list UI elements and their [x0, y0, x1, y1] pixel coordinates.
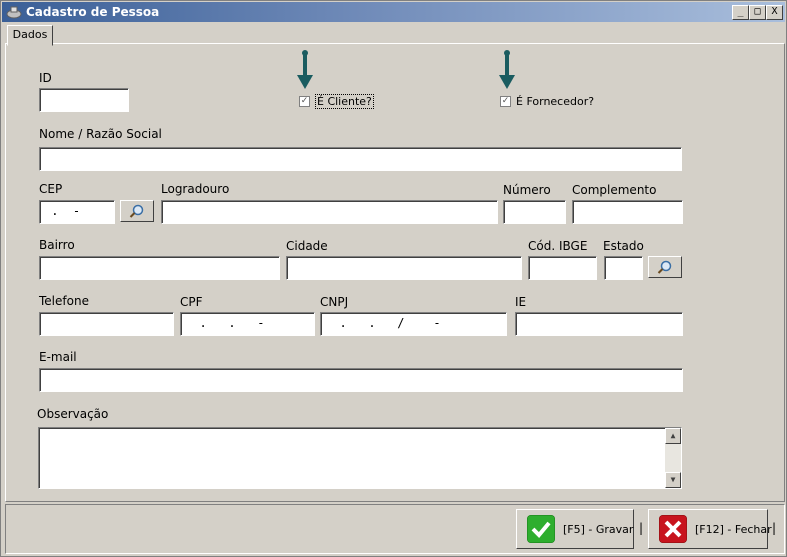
- telefone-label: Telefone: [39, 294, 89, 308]
- fornecedor-label[interactable]: É Fornecedor?: [516, 95, 594, 108]
- checkmark-icon: [527, 515, 555, 543]
- obs-label: Observação: [37, 407, 109, 421]
- numero-field[interactable]: [503, 200, 566, 224]
- arrow-down-icon: [297, 50, 313, 89]
- logradouro-label: Logradouro: [161, 182, 230, 196]
- logradouro-field[interactable]: [161, 200, 498, 224]
- close-button[interactable]: [F12] - Fechar: [648, 509, 772, 549]
- ie-label: IE: [515, 295, 527, 309]
- obs-scrollbar[interactable]: ▲ ▼: [665, 428, 681, 488]
- magnifier-icon: [657, 260, 672, 274]
- cpf-field[interactable]: . . -: [180, 312, 315, 336]
- close-icon: [659, 515, 687, 543]
- cep-label: CEP: [39, 182, 63, 196]
- cep-search-button[interactable]: [120, 200, 154, 222]
- numero-label: Número: [503, 183, 551, 197]
- telefone-field[interactable]: [39, 312, 174, 336]
- email-label: E-mail: [39, 350, 77, 364]
- bairro-field[interactable]: [39, 256, 280, 280]
- window-title: Cadastro de Pessoa: [26, 5, 160, 19]
- estado-field[interactable]: [604, 256, 643, 280]
- cliente-label[interactable]: É Cliente?: [315, 94, 374, 109]
- tab-strip: Dados: [5, 23, 783, 46]
- complemento-field[interactable]: [572, 200, 683, 224]
- cnpj-field[interactable]: . . / -: [320, 312, 507, 336]
- separator: |: [772, 521, 777, 535]
- cliente-checkbox[interactable]: ✓: [299, 96, 310, 107]
- fornecedor-checkbox[interactable]: ✓: [500, 96, 511, 107]
- magnifier-icon: [129, 204, 144, 218]
- estado-search-button[interactable]: [648, 256, 682, 278]
- separator: |: [639, 521, 644, 535]
- tab-dados[interactable]: Dados: [7, 25, 53, 46]
- app-icon: [6, 6, 22, 19]
- estado-label: Estado: [603, 239, 644, 253]
- save-button-label: [F5] - Gravar: [563, 523, 634, 536]
- maximize-button[interactable]: □: [749, 5, 766, 20]
- ibge-field[interactable]: [528, 256, 597, 280]
- scroll-up-icon[interactable]: ▲: [665, 428, 681, 444]
- nome-field[interactable]: [39, 147, 682, 171]
- id-label: ID: [39, 71, 52, 85]
- cpf-label: CPF: [180, 295, 203, 309]
- cidade-field[interactable]: [286, 256, 522, 280]
- minimize-button[interactable]: _: [732, 5, 749, 20]
- cidade-label: Cidade: [286, 239, 328, 253]
- id-field[interactable]: [39, 88, 129, 112]
- title-bar[interactable]: Cadastro de Pessoa _ □ X: [2, 2, 785, 22]
- bairro-label: Bairro: [39, 238, 75, 252]
- ie-field[interactable]: [515, 312, 683, 336]
- scroll-down-icon[interactable]: ▼: [665, 472, 681, 488]
- close-window-button[interactable]: X: [766, 5, 783, 20]
- arrow-down-icon: [499, 50, 515, 89]
- obs-textarea[interactable]: ▲ ▼: [38, 427, 682, 489]
- close-button-label: [F12] - Fechar: [695, 523, 772, 536]
- nome-label: Nome / Razão Social: [39, 127, 162, 141]
- window: Cadastro de Pessoa _ □ X Dados ID ✓ É Cl…: [0, 0, 787, 557]
- ibge-label: Cód. IBGE: [528, 239, 588, 253]
- save-button[interactable]: [F5] - Gravar: [516, 509, 634, 549]
- email-field[interactable]: [39, 368, 683, 392]
- cep-field[interactable]: . -: [39, 200, 115, 224]
- form-panel: ID ✓ É Cliente? ✓ É Fornecedor? Nome / R…: [5, 43, 785, 502]
- footer-bar: [F5] - Gravar | [F12] - Fechar |: [5, 504, 785, 554]
- complemento-label: Complemento: [572, 183, 657, 197]
- cnpj-label: CNPJ: [320, 295, 349, 309]
